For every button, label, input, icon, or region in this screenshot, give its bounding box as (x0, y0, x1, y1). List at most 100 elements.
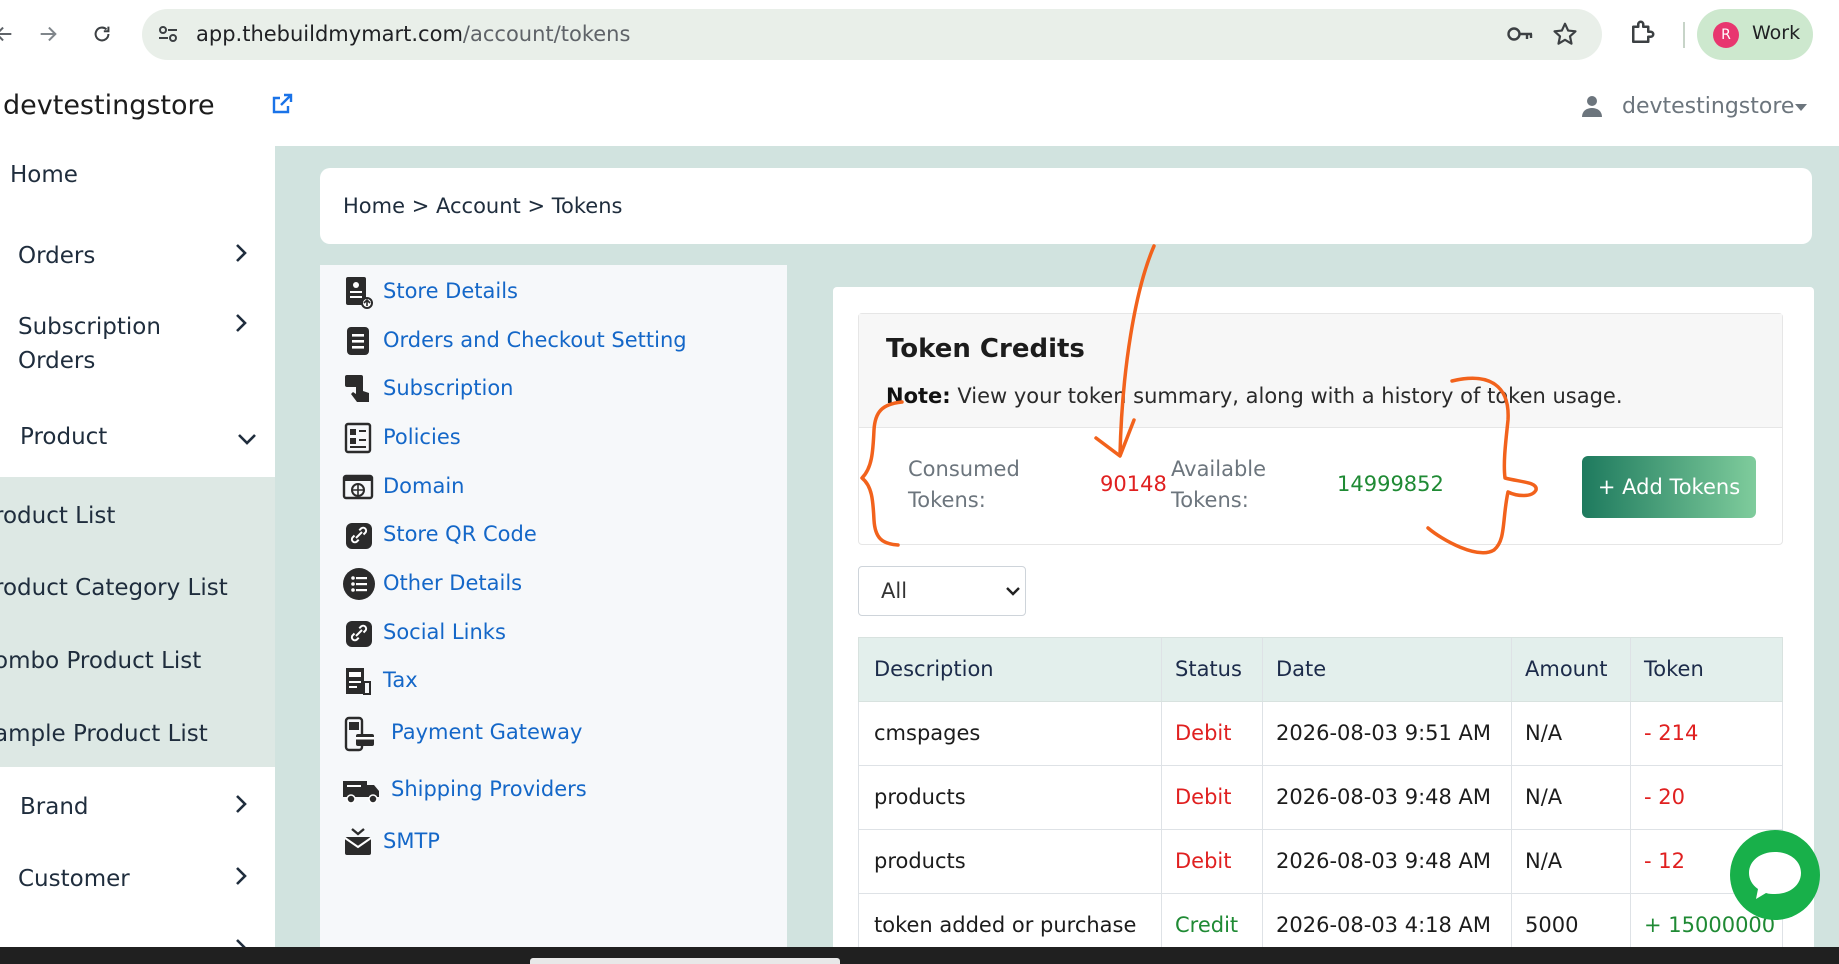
truck-icon (342, 773, 379, 807)
cell-amount: 5000 (1525, 913, 1579, 937)
domain-icon (342, 470, 376, 504)
column-divider (1511, 638, 1512, 701)
add-tokens-button[interactable]: + Add Tokens (1582, 456, 1756, 518)
chevron-down-icon (1005, 581, 1021, 605)
settings-item-label: Store Details (383, 279, 518, 303)
sidebar-subitem-product-list[interactable]: roduct List (0, 503, 115, 529)
sidebar-item-label: Brand (20, 794, 89, 820)
cell-date: 2026-08-03 9:48 AM (1276, 849, 1492, 873)
breadcrumb-account[interactable]: Account (436, 194, 521, 218)
profile-avatar: R (1713, 22, 1739, 48)
settings-item-shipping-providers[interactable]: Shipping Providers (320, 773, 787, 813)
cell-description: token added or purchase (874, 913, 1137, 937)
user-menu-caret-icon[interactable] (1795, 104, 1807, 111)
toolbar-divider (1683, 22, 1685, 48)
list-icon (342, 567, 376, 601)
tax-icon (342, 664, 376, 698)
reload-icon[interactable] (84, 16, 120, 52)
status-filter-select[interactable]: All (858, 566, 1026, 616)
account-settings-menu: Store Details Orders and Checkout Settin… (320, 265, 787, 964)
subscription-hand-icon (342, 372, 376, 406)
back-icon[interactable] (0, 16, 22, 52)
mail-icon (342, 825, 376, 859)
settings-item-subscription[interactable]: Subscription (320, 372, 787, 412)
sidebar-item-label: Subscription (18, 314, 161, 340)
settings-item-label: Tax (383, 668, 418, 692)
chat-widget-button[interactable] (1730, 830, 1820, 920)
settings-item-orders-checkout[interactable]: Orders and Checkout Setting (320, 324, 787, 364)
site-settings-icon[interactable] (156, 22, 180, 50)
table-row: products Debit 2026-08-03 9:48 AM N/A - … (858, 830, 1783, 894)
settings-item-label: Shipping Providers (391, 777, 587, 801)
settings-item-label: Subscription (383, 376, 514, 400)
settings-item-label: SMTP (383, 829, 440, 853)
store-details-icon (342, 275, 376, 309)
token-note: Note: View your token summary, along wit… (886, 384, 1623, 408)
cell-amount: N/A (1525, 785, 1563, 809)
token-credits-card: Token Credits Note: View your token summ… (833, 287, 1814, 964)
settings-item-payment-gateway[interactable]: Payment Gateway (320, 716, 787, 756)
table-row: products Debit 2026-08-03 9:48 AM N/A - … (858, 766, 1783, 830)
password-key-icon[interactable] (1506, 21, 1534, 51)
token-summary-box: Token Credits Note: View your token summ… (858, 313, 1783, 545)
available-tokens-value: 14999852 (1337, 472, 1444, 496)
table-header-row: Description Status Date Amount Token (858, 637, 1783, 702)
policies-icon (342, 421, 376, 455)
column-divider (1262, 766, 1263, 829)
bookmark-star-icon[interactable] (1552, 21, 1578, 51)
payment-terminal-icon (342, 716, 376, 752)
cell-date: 2026-08-03 4:18 AM (1276, 913, 1492, 937)
cell-status: Debit (1175, 721, 1232, 745)
forward-icon[interactable] (30, 16, 66, 52)
external-link-icon[interactable] (270, 92, 294, 120)
user-menu-name[interactable]: devtestingstore (1622, 94, 1794, 119)
settings-item-social-links[interactable]: Social Links (320, 616, 787, 656)
column-header-token: Token (1644, 657, 1704, 681)
settings-item-smtp[interactable]: SMTP (320, 825, 787, 865)
column-divider (1262, 702, 1263, 765)
token-credits-title: Token Credits (886, 334, 1085, 364)
user-icon[interactable] (1580, 94, 1604, 122)
settings-item-label: Orders and Checkout Setting (383, 328, 687, 352)
sidebar-subitem-sample-product-list[interactable]: ample Product List (0, 721, 208, 747)
content-area: Home > Account > Tokens Store Details Or… (275, 146, 1839, 964)
extensions-puzzle-icon[interactable] (1627, 18, 1657, 52)
cell-token: - 20 (1644, 785, 1685, 809)
column-divider (1630, 766, 1631, 829)
breadcrumb-separator: > (527, 194, 546, 218)
settings-item-label: Payment Gateway (391, 720, 583, 744)
settings-item-tax[interactable]: Tax (320, 664, 787, 704)
taskbar-window-indicator (530, 958, 840, 964)
settings-item-label: Social Links (383, 620, 506, 644)
sidebar-subitem-product-category-list[interactable]: roduct Category List (0, 575, 228, 601)
settings-item-policies[interactable]: Policies (320, 421, 787, 461)
chat-bubble-icon (1749, 852, 1801, 899)
settings-item-store-qr-code[interactable]: Store QR Code (320, 518, 787, 558)
breadcrumb-home[interactable]: Home (343, 194, 405, 218)
settings-item-store-details[interactable]: Store Details (320, 275, 787, 315)
cell-amount: N/A (1525, 721, 1563, 745)
profile-button[interactable]: R Work (1697, 9, 1813, 60)
settings-item-domain[interactable]: Domain (320, 470, 787, 510)
os-taskbar (0, 947, 1839, 964)
available-label-line2: Tokens: (1171, 488, 1249, 512)
column-divider (1161, 766, 1162, 829)
cell-amount: N/A (1525, 849, 1563, 873)
address-bar[interactable]: app.thebuildmymart.com/account/tokens (142, 9, 1602, 60)
sidebar-item-label: Product (20, 424, 108, 450)
column-divider (1511, 766, 1512, 829)
column-header-description: Description (874, 657, 994, 681)
url-host: app.thebuildmymart.com (196, 22, 463, 46)
settings-item-other-details[interactable]: Other Details (320, 567, 787, 607)
settings-item-label: Other Details (383, 571, 523, 595)
table-row: cmspages Debit 2026-08-03 9:51 AM N/A - … (858, 702, 1783, 766)
chevron-down-icon (236, 428, 258, 454)
cell-date: 2026-08-03 9:48 AM (1276, 785, 1492, 809)
url-text[interactable]: app.thebuildmymart.com/account/tokens (196, 22, 630, 46)
sidebar-subitem-combo-product-list[interactable]: ombo Product List (0, 648, 201, 674)
sidebar-item-label: Orders (18, 348, 96, 374)
chevron-right-icon (233, 792, 249, 822)
breadcrumb-separator: > (411, 194, 430, 218)
cell-status: Debit (1175, 785, 1232, 809)
column-header-date: Date (1276, 657, 1327, 681)
